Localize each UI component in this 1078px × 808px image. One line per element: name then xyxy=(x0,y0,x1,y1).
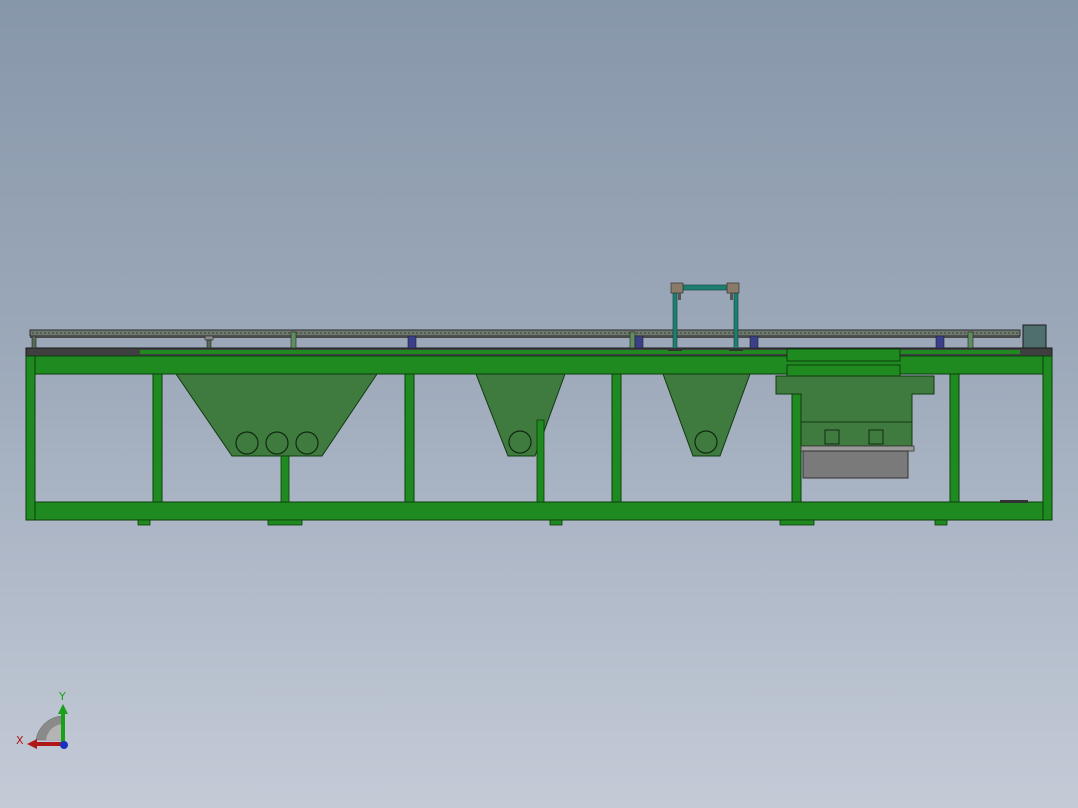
z-axis-dot xyxy=(60,741,68,749)
hopper-1 xyxy=(175,373,378,503)
view-orientation-triad-icon[interactable]: Y X xyxy=(16,690,68,749)
x-axis-label: X xyxy=(16,734,24,747)
machine-assembly[interactable] xyxy=(25,282,1053,526)
hopper-2 xyxy=(475,373,566,503)
cad-graphics-viewport[interactable]: Y X xyxy=(0,0,1078,808)
top-rail xyxy=(29,329,1021,338)
y-axis-label: Y xyxy=(58,690,66,703)
gantry xyxy=(668,282,743,351)
hopper-3 xyxy=(662,373,751,457)
drive-motor-box xyxy=(1022,324,1047,349)
